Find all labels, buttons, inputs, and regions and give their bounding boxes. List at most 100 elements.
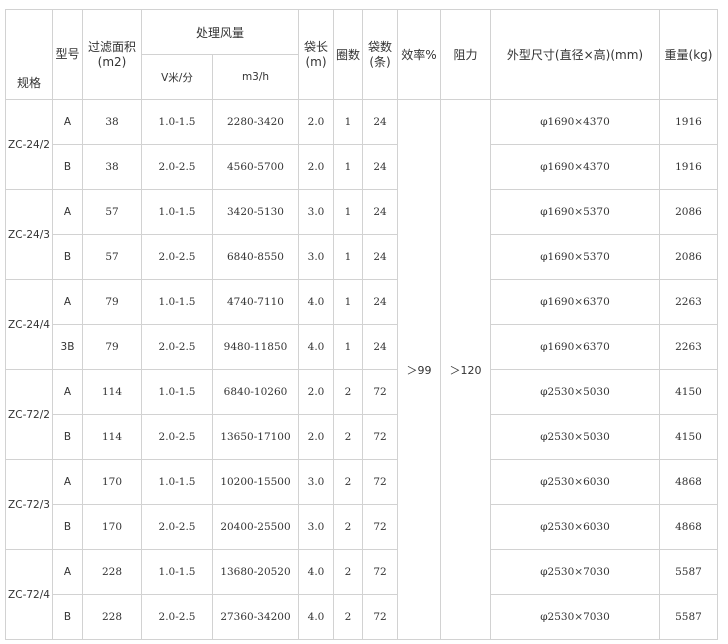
cell-bag-count: 24 <box>362 99 398 145</box>
cell-bag-count: 24 <box>362 279 398 325</box>
cell-bag-count: 24 <box>362 189 398 235</box>
cell-volume: 6840-8550 <box>212 234 299 280</box>
cell-type: A <box>52 189 83 235</box>
cell-dimensions: φ2530×7030 <box>490 549 660 595</box>
cell-filter-area: 38 <box>82 144 142 190</box>
table-row: 3B 79 2.0-2.5 9480-11850 4.0 1 24 φ1690×6370 226… <box>6 324 718 370</box>
spec-table: 规格 型号 过滤面积 (m2) 处理风量 袋长 (m) 圈数 袋数 (条) 效率… <box>5 9 718 640</box>
cell-filter-area: 114 <box>82 414 142 460</box>
cell-bag-count: 24 <box>362 144 398 190</box>
cell-dimensions: φ2530×6030 <box>490 504 660 550</box>
cell-type: A <box>52 369 83 415</box>
header-resistance: 阻力 <box>440 9 491 100</box>
cell-dimensions: φ1690×5370 <box>490 189 660 235</box>
cell-rings: 1 <box>333 279 363 325</box>
cell-rings: 2 <box>333 369 363 415</box>
cell-filter-area: 57 <box>82 189 142 235</box>
cell-filter-area: 114 <box>82 369 142 415</box>
cell-volume: 10200-15500 <box>212 459 299 505</box>
cell-volume: 6840-10260 <box>212 369 299 415</box>
cell-spec: ZC-24/2 <box>5 99 53 190</box>
table-row: B 228 2.0-2.5 27360-34200 4.0 2 72 φ2530×7030 55… <box>6 594 718 640</box>
cell-dimensions: φ1690×6370 <box>490 324 660 370</box>
cell-velocity: 1.0-1.5 <box>141 459 213 505</box>
cell-volume: 9480-11850 <box>212 324 299 370</box>
cell-dimensions: φ1690×5370 <box>490 234 660 280</box>
table-row: ZC-72/3 A 170 1.0-1.5 10200-15500 3.0 2 72 φ2530… <box>5 459 718 550</box>
cell-velocity: 2.0-2.5 <box>141 324 213 370</box>
cell-type: A <box>52 459 83 505</box>
cell-weight: 1916 <box>659 144 718 190</box>
cell-velocity: 1.0-1.5 <box>141 549 213 595</box>
cell-bag-count: 72 <box>362 504 398 550</box>
table-row: B 57 2.0-2.5 6840-8550 3.0 1 24 φ1690×5370 2086 <box>6 234 718 280</box>
cell-bag-length: 3.0 <box>298 504 334 550</box>
cell-rings: 1 <box>333 324 363 370</box>
cell-volume: 27360-34200 <box>212 594 299 640</box>
header-bag-length-unit: (m) <box>305 54 327 69</box>
cell-velocity: 2.0-2.5 <box>141 144 213 190</box>
cell-rings: 2 <box>333 414 363 460</box>
cell-weight: 2263 <box>659 324 718 370</box>
cell-type: A <box>52 99 83 145</box>
cell-dimensions: φ2530×5030 <box>490 414 660 460</box>
cell-velocity: 1.0-1.5 <box>141 279 213 325</box>
cell-volume: 20400-25500 <box>212 504 299 550</box>
cell-weight: 4150 <box>659 414 718 460</box>
cell-type: A <box>52 279 83 325</box>
cell-weight: 2086 <box>659 189 718 235</box>
cell-type: B <box>52 414 83 460</box>
cell-velocity: 1.0-1.5 <box>141 369 213 415</box>
cell-bag-length: 3.0 <box>298 189 334 235</box>
cell-rings: 1 <box>333 99 363 145</box>
cell-volume: 13680-20520 <box>212 549 299 595</box>
header-bag-count-label: 袋数 <box>367 39 392 54</box>
cell-weight: 4150 <box>659 369 718 415</box>
table-row: ZC-72/4 A 228 1.0-1.5 13680-20520 4.0 2 72 φ2530… <box>5 549 718 640</box>
cell-rings: 2 <box>333 549 363 595</box>
cell-bag-length: 3.0 <box>298 459 334 505</box>
cell-volume: 4560-5700 <box>212 144 299 190</box>
header-bag-count: 袋数 (条) <box>362 9 398 100</box>
cell-filter-area: 79 <box>82 279 142 325</box>
cell-rings: 2 <box>333 504 363 550</box>
header-type: 型号 <box>52 9 83 100</box>
cell-weight: 4868 <box>659 459 718 505</box>
cell-volume: 13650-17100 <box>212 414 299 460</box>
cell-filter-area: 228 <box>82 549 142 595</box>
header-bag-length: 袋长 (m) <box>298 9 334 100</box>
cell-velocity: 2.0-2.5 <box>141 594 213 640</box>
table-row: ZC-24/3 A 57 1.0-1.5 3420-5130 3.0 1 24 φ1690×53… <box>5 189 718 280</box>
cell-spec: ZC-24/3 <box>5 189 53 280</box>
table-row: B 114 2.0-2.5 13650-17100 2.0 2 72 φ2530×5030 41… <box>6 414 718 460</box>
header-filter-area-label: 过滤面积 <box>87 39 136 54</box>
cell-spec: ZC-72/2 <box>5 369 53 460</box>
cell-bag-count: 72 <box>362 459 398 505</box>
cell-dimensions: φ1690×6370 <box>490 279 660 325</box>
cell-velocity: 2.0-2.5 <box>141 234 213 280</box>
cell-bag-length: 3.0 <box>298 234 334 280</box>
cell-filter-area: 170 <box>82 504 142 550</box>
cell-resistance: ＞120 <box>440 99 491 640</box>
spec-table-body: ZC-24/2 A 38 1.0-1.5 2280-3420 2.0 1 24 ＞99 ＞120 φ… <box>5 99 718 640</box>
cell-bag-count: 72 <box>362 369 398 415</box>
table-row: B 170 2.0-2.5 20400-25500 3.0 2 72 φ2530×6030 48… <box>6 504 718 550</box>
header-filter-area-unit: (m2) <box>97 54 127 69</box>
cell-bag-count: 72 <box>362 414 398 460</box>
table-row: B 38 2.0-2.5 4560-5700 2.0 1 24 φ1690×4370 1916 <box>6 144 718 190</box>
header-airflow: 处理风量 <box>141 9 299 55</box>
cell-rings: 1 <box>333 234 363 280</box>
cell-weight: 5587 <box>659 594 718 640</box>
cell-bag-count: 24 <box>362 324 398 370</box>
cell-volume: 2280-3420 <box>212 99 299 145</box>
header-dimensions: 外型尺寸(直径×高)(mm) <box>490 9 660 100</box>
cell-bag-count: 72 <box>362 594 398 640</box>
header-filter-area: 过滤面积 (m2) <box>82 9 142 100</box>
cell-bag-length: 4.0 <box>298 279 334 325</box>
cell-dimensions: φ1690×4370 <box>490 144 660 190</box>
header-spec: 规格 <box>5 9 53 100</box>
cell-volume: 3420-5130 <box>212 189 299 235</box>
cell-velocity: 2.0-2.5 <box>141 414 213 460</box>
cell-filter-area: 38 <box>82 99 142 145</box>
cell-type: B <box>52 504 83 550</box>
